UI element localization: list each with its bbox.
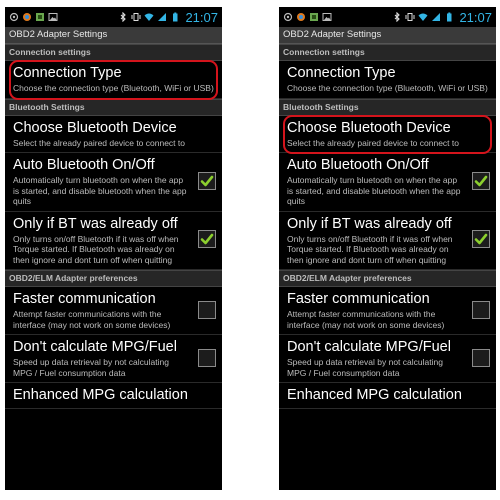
pref-title: Don't calculate MPG/Fuel (287, 339, 451, 355)
pref-connection-type[interactable]: Connection Type Choose the connection typ… (5, 61, 222, 99)
pref-choose-bluetooth-device[interactable]: Choose Bluetooth Device Select the alread… (5, 116, 222, 153)
pref-summary: Automatically turn bluetooth on when the… (287, 175, 461, 206)
checkbox[interactable] (472, 300, 490, 319)
preferences-list: Connection settings Connection Type Choose… (5, 44, 222, 409)
pref-title: Auto Bluetooth On/Off (287, 157, 429, 173)
pref-summary: Select the already paired device to conn… (287, 137, 459, 148)
pref-summary: Automatically turn bluetooth on when the… (13, 175, 187, 206)
pref-summary: Only turns on/off Bluetooth if it was of… (13, 233, 179, 265)
phone-screenshot-left: 21:07 OBD2 Adapter Settings Connection s… (5, 7, 222, 490)
system-icons: 21:07 (392, 10, 492, 25)
pref-auto-bluetooth[interactable]: Auto Bluetooth On/Off Automatically turn … (5, 153, 222, 212)
pref-title: Only if BT was already off (287, 215, 452, 232)
vibrate-icon (405, 13, 415, 21)
pref-title: Faster communication (287, 291, 430, 307)
pref-faster-communication[interactable]: Faster communication Attempt faster commu… (5, 287, 222, 335)
phone-screenshot-right: 21:07 OBD2 Adapter Settings Connection s… (279, 7, 496, 490)
app-title-bar: OBD2 Adapter Settings (279, 27, 496, 44)
pref-summary: Attempt faster communications with the i… (287, 309, 445, 330)
section-header: OBD2/ELM Adapter preferences (5, 270, 222, 287)
checkmark-icon (474, 233, 488, 245)
app-notification-icon (23, 13, 31, 21)
checkbox[interactable] (472, 348, 490, 367)
wifi-icon (144, 13, 154, 21)
section-header: OBD2/ELM Adapter preferences (279, 270, 496, 287)
app-title-bar: OBD2 Adapter Settings (5, 27, 222, 44)
preferences-list: Connection settings Connection Type Choose… (279, 44, 496, 409)
pref-dont-calculate-mpg[interactable]: Don't calculate MPG/Fuel Speed up data re… (5, 335, 222, 383)
signal-icon (158, 13, 167, 21)
pref-summary: Only turns on/off Bluetooth if it was of… (287, 233, 453, 265)
pref-summary: Speed up data retrieval by not calculati… (13, 357, 169, 378)
checkmark-icon (200, 233, 214, 245)
checkbox[interactable] (472, 171, 490, 190)
notification-icons (9, 12, 58, 22)
checkbox[interactable] (198, 171, 216, 190)
checkbox[interactable] (198, 348, 216, 367)
battery-icon (447, 12, 452, 22)
pref-choose-bluetooth-device[interactable]: Choose Bluetooth Device Select the alread… (279, 116, 496, 153)
bluetooth-icon (395, 12, 401, 22)
pref-title: Choose Bluetooth Device (287, 119, 451, 136)
wifi-icon (418, 13, 428, 21)
pref-only-if-bt-off[interactable]: Only if BT was already off Only turns on/… (5, 212, 222, 270)
pref-summary: Select the already paired device to conn… (13, 137, 185, 148)
pref-summary: Choose the connection type (Bluetooth, W… (287, 83, 488, 93)
battery-icon (173, 12, 178, 22)
settings-notification-icon (310, 13, 318, 21)
app-notification-icon (297, 13, 305, 21)
checkbox[interactable] (472, 230, 490, 249)
pref-dont-calculate-mpg[interactable]: Don't calculate MPG/Fuel Speed up data re… (279, 335, 496, 383)
checkmark-icon (474, 175, 488, 187)
checkmark-icon (200, 175, 214, 187)
signal-icon (432, 13, 441, 21)
pref-connection-type[interactable]: Connection Type Choose the connection typ… (279, 61, 496, 99)
gps-icon (9, 12, 19, 22)
pref-title: Don't calculate MPG/Fuel (13, 339, 177, 355)
pref-title: Choose Bluetooth Device (13, 119, 177, 136)
status-bar: 21:07 (279, 7, 496, 27)
section-header: Bluetooth Settings (5, 98, 222, 116)
section-header: Bluetooth Settings (279, 98, 496, 116)
pref-only-if-bt-off[interactable]: Only if BT was already off Only turns on/… (279, 212, 496, 270)
pref-summary: Speed up data retrieval by not calculati… (287, 357, 443, 378)
pref-auto-bluetooth[interactable]: Auto Bluetooth On/Off Automatically turn … (279, 153, 496, 212)
pref-title: Only if BT was already off (13, 215, 178, 232)
pref-summary: Attempt faster communications with the i… (13, 309, 171, 330)
bluetooth-icon (121, 12, 127, 22)
pref-title: Connection Type (287, 65, 396, 81)
system-icons: 21:07 (118, 10, 218, 25)
gps-icon (283, 12, 293, 22)
status-bar: 21:07 (5, 7, 222, 27)
notification-icons (283, 12, 332, 22)
clock: 21:07 (459, 9, 492, 25)
pref-summary: Choose the connection type (Bluetooth, W… (13, 83, 214, 93)
clock: 21:07 (185, 9, 218, 25)
pref-faster-communication[interactable]: Faster communication Attempt faster commu… (279, 287, 496, 335)
pref-enhanced-mpg[interactable]: Enhanced MPG calculation (5, 383, 222, 409)
pref-title: Auto Bluetooth On/Off (13, 157, 155, 173)
checkbox[interactable] (198, 230, 216, 249)
image-notification-icon (322, 13, 332, 21)
vibrate-icon (131, 13, 141, 21)
image-notification-icon (48, 13, 58, 21)
pref-title: Faster communication (13, 291, 156, 307)
settings-notification-icon (36, 13, 44, 21)
pref-title: Enhanced MPG calculation (287, 387, 462, 403)
section-header: Connection settings (279, 44, 496, 61)
section-header: Connection settings (5, 44, 222, 61)
pref-title: Enhanced MPG calculation (13, 387, 188, 403)
pref-title: Connection Type (13, 65, 122, 81)
pref-enhanced-mpg[interactable]: Enhanced MPG calculation (279, 383, 496, 409)
checkbox[interactable] (198, 300, 216, 319)
